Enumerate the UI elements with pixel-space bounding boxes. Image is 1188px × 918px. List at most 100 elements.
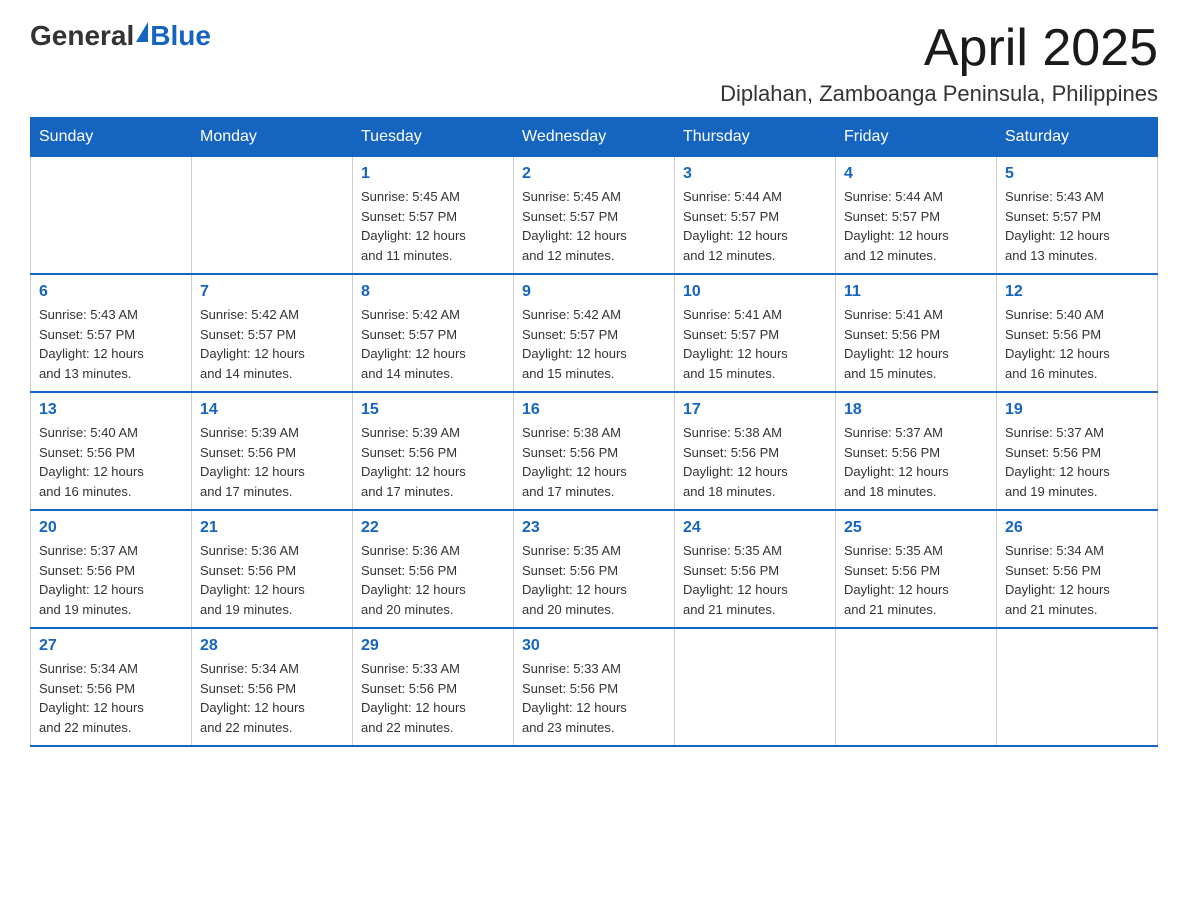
- day-info: Sunrise: 5:36 AMSunset: 5:56 PMDaylight:…: [200, 541, 344, 619]
- day-info: Sunrise: 5:45 AMSunset: 5:57 PMDaylight:…: [522, 187, 666, 265]
- day-number: 15: [361, 401, 505, 419]
- day-number: 20: [39, 519, 183, 537]
- calendar-cell: 24 Sunrise: 5:35 AMSunset: 5:56 PMDayligh…: [675, 510, 836, 628]
- calendar-cell: 27 Sunrise: 5:34 AMSunset: 5:56 PMDayligh…: [31, 628, 192, 746]
- day-number: 1: [361, 165, 505, 183]
- calendar-cell: 15 Sunrise: 5:39 AMSunset: 5:56 PMDayligh…: [353, 392, 514, 510]
- title-area: April 2025 Diplahan, Zamboanga Peninsula…: [720, 20, 1158, 107]
- day-number: 11: [844, 283, 988, 301]
- day-number: 28: [200, 637, 344, 655]
- day-number: 29: [361, 637, 505, 655]
- calendar-cell: 11 Sunrise: 5:41 AMSunset: 5:56 PMDayligh…: [836, 274, 997, 392]
- calendar-cell: 9 Sunrise: 5:42 AMSunset: 5:57 PMDaylight…: [514, 274, 675, 392]
- day-info: Sunrise: 5:35 AMSunset: 5:56 PMDaylight:…: [844, 541, 988, 619]
- day-number: 5: [1005, 165, 1149, 183]
- day-info: Sunrise: 5:34 AMSunset: 5:56 PMDaylight:…: [200, 659, 344, 737]
- day-info: Sunrise: 5:40 AMSunset: 5:56 PMDaylight:…: [1005, 305, 1149, 383]
- week-row-2: 6 Sunrise: 5:43 AMSunset: 5:57 PMDaylight…: [31, 274, 1158, 392]
- day-number: 14: [200, 401, 344, 419]
- weekday-header-monday: Monday: [192, 118, 353, 157]
- day-info: Sunrise: 5:42 AMSunset: 5:57 PMDaylight:…: [361, 305, 505, 383]
- day-info: Sunrise: 5:41 AMSunset: 5:56 PMDaylight:…: [844, 305, 988, 383]
- day-number: 19: [1005, 401, 1149, 419]
- day-info: Sunrise: 5:34 AMSunset: 5:56 PMDaylight:…: [39, 659, 183, 737]
- day-number: 10: [683, 283, 827, 301]
- calendar-cell: [675, 628, 836, 746]
- day-info: Sunrise: 5:42 AMSunset: 5:57 PMDaylight:…: [522, 305, 666, 383]
- calendar-cell: 21Sunrise: 5:36 AMSunset: 5:56 PMDayligh…: [192, 510, 353, 628]
- calendar-cell: 20 Sunrise: 5:37 AMSunset: 5:56 PMDayligh…: [31, 510, 192, 628]
- calendar-cell: 18Sunrise: 5:37 AMSunset: 5:56 PMDayligh…: [836, 392, 997, 510]
- day-info: Sunrise: 5:44 AMSunset: 5:57 PMDaylight:…: [844, 187, 988, 265]
- logo-triangle-icon: [136, 22, 148, 42]
- logo: General Blue: [30, 20, 211, 52]
- day-number: 8: [361, 283, 505, 301]
- calendar-cell: 10 Sunrise: 5:41 AMSunset: 5:57 PMDayligh…: [675, 274, 836, 392]
- day-number: 24: [683, 519, 827, 537]
- calendar-cell: 8 Sunrise: 5:42 AMSunset: 5:57 PMDaylight…: [353, 274, 514, 392]
- day-info: Sunrise: 5:33 AMSunset: 5:56 PMDaylight:…: [522, 659, 666, 737]
- day-info: Sunrise: 5:38 AMSunset: 5:56 PMDaylight:…: [683, 423, 827, 501]
- day-number: 23: [522, 519, 666, 537]
- week-row-5: 27 Sunrise: 5:34 AMSunset: 5:56 PMDayligh…: [31, 628, 1158, 746]
- day-info: Sunrise: 5:40 AMSunset: 5:56 PMDaylight:…: [39, 423, 183, 501]
- calendar-cell: [997, 628, 1158, 746]
- day-info: Sunrise: 5:43 AMSunset: 5:57 PMDaylight:…: [39, 305, 183, 383]
- day-info: Sunrise: 5:39 AMSunset: 5:56 PMDaylight:…: [361, 423, 505, 501]
- day-info: Sunrise: 5:43 AMSunset: 5:57 PMDaylight:…: [1005, 187, 1149, 265]
- day-info: Sunrise: 5:37 AMSunset: 5:56 PMDaylight:…: [1005, 423, 1149, 501]
- calendar-table: SundayMondayTuesdayWednesdayThursdayFrid…: [30, 117, 1158, 747]
- calendar-cell: 4 Sunrise: 5:44 AMSunset: 5:57 PMDaylight…: [836, 157, 997, 275]
- day-number: 12: [1005, 283, 1149, 301]
- logo-blue-text: Blue: [150, 20, 211, 52]
- day-info: Sunrise: 5:39 AMSunset: 5:56 PMDaylight:…: [200, 423, 344, 501]
- calendar-cell: 17 Sunrise: 5:38 AMSunset: 5:56 PMDayligh…: [675, 392, 836, 510]
- day-info: Sunrise: 5:34 AMSunset: 5:56 PMDaylight:…: [1005, 541, 1149, 619]
- week-row-3: 13 Sunrise: 5:40 AMSunset: 5:56 PMDayligh…: [31, 392, 1158, 510]
- day-number: 17: [683, 401, 827, 419]
- logo-area: General Blue: [30, 20, 211, 52]
- day-info: Sunrise: 5:41 AMSunset: 5:57 PMDaylight:…: [683, 305, 827, 383]
- weekday-header-tuesday: Tuesday: [353, 118, 514, 157]
- day-info: Sunrise: 5:45 AMSunset: 5:57 PMDaylight:…: [361, 187, 505, 265]
- day-number: 16: [522, 401, 666, 419]
- header: General Blue April 2025 Diplahan, Zamboa…: [30, 20, 1158, 107]
- subtitle: Diplahan, Zamboanga Peninsula, Philippin…: [720, 81, 1158, 107]
- calendar-cell: 22Sunrise: 5:36 AMSunset: 5:56 PMDayligh…: [353, 510, 514, 628]
- weekday-header-thursday: Thursday: [675, 118, 836, 157]
- week-row-4: 20 Sunrise: 5:37 AMSunset: 5:56 PMDayligh…: [31, 510, 1158, 628]
- calendar-cell: 6 Sunrise: 5:43 AMSunset: 5:57 PMDaylight…: [31, 274, 192, 392]
- calendar-cell: [192, 157, 353, 275]
- calendar-cell: 13 Sunrise: 5:40 AMSunset: 5:56 PMDayligh…: [31, 392, 192, 510]
- calendar-cell: 12 Sunrise: 5:40 AMSunset: 5:56 PMDayligh…: [997, 274, 1158, 392]
- calendar-cell: [836, 628, 997, 746]
- calendar-cell: 29Sunrise: 5:33 AMSunset: 5:56 PMDayligh…: [353, 628, 514, 746]
- calendar-cell: 28 Sunrise: 5:34 AMSunset: 5:56 PMDayligh…: [192, 628, 353, 746]
- day-number: 27: [39, 637, 183, 655]
- day-info: Sunrise: 5:37 AMSunset: 5:56 PMDaylight:…: [39, 541, 183, 619]
- day-number: 13: [39, 401, 183, 419]
- calendar-cell: 23Sunrise: 5:35 AMSunset: 5:56 PMDayligh…: [514, 510, 675, 628]
- calendar-cell: 1 Sunrise: 5:45 AMSunset: 5:57 PMDaylight…: [353, 157, 514, 275]
- calendar-cell: 3 Sunrise: 5:44 AMSunset: 5:57 PMDaylight…: [675, 157, 836, 275]
- calendar-cell: 16 Sunrise: 5:38 AMSunset: 5:56 PMDayligh…: [514, 392, 675, 510]
- day-number: 30: [522, 637, 666, 655]
- day-number: 22: [361, 519, 505, 537]
- day-info: Sunrise: 5:38 AMSunset: 5:56 PMDaylight:…: [522, 423, 666, 501]
- logo-general-text: General: [30, 20, 134, 52]
- weekday-header-sunday: Sunday: [31, 118, 192, 157]
- calendar-cell: 5 Sunrise: 5:43 AMSunset: 5:57 PMDaylight…: [997, 157, 1158, 275]
- day-number: 6: [39, 283, 183, 301]
- day-number: 4: [844, 165, 988, 183]
- weekday-header-friday: Friday: [836, 118, 997, 157]
- day-info: Sunrise: 5:35 AMSunset: 5:56 PMDaylight:…: [683, 541, 827, 619]
- day-info: Sunrise: 5:44 AMSunset: 5:57 PMDaylight:…: [683, 187, 827, 265]
- day-number: 9: [522, 283, 666, 301]
- calendar-cell: 7Sunrise: 5:42 AMSunset: 5:57 PMDaylight…: [192, 274, 353, 392]
- day-number: 3: [683, 165, 827, 183]
- weekday-header-wednesday: Wednesday: [514, 118, 675, 157]
- day-number: 26: [1005, 519, 1149, 537]
- day-info: Sunrise: 5:37 AMSunset: 5:56 PMDaylight:…: [844, 423, 988, 501]
- day-number: 7: [200, 283, 344, 301]
- day-number: 25: [844, 519, 988, 537]
